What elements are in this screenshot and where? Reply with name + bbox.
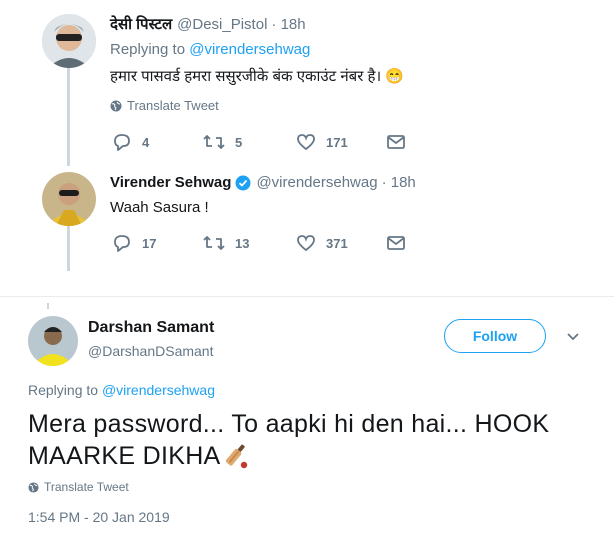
reply-count: 17: [142, 235, 157, 251]
thread-connector: [67, 66, 70, 166]
like-count: 371: [326, 235, 348, 251]
replying-label: Replying to: [110, 41, 186, 58]
author-handle[interactable]: @Desi_Pistol: [177, 16, 267, 33]
reply-icon: [114, 134, 130, 151]
cricket-bat-emoji: [225, 444, 247, 469]
avatar[interactable]: [42, 172, 96, 226]
reply-count: 4: [142, 134, 150, 150]
message-button[interactable]: [386, 133, 416, 151]
thread-connector: [67, 226, 70, 271]
follow-label: Follow: [472, 328, 518, 344]
chevron-down-icon[interactable]: [566, 332, 580, 342]
reply-button[interactable]: 4: [112, 133, 149, 151]
avatar[interactable]: [42, 14, 96, 68]
author-name[interactable]: Darshan Samant: [88, 319, 214, 337]
message-icon: [387, 236, 405, 250]
tweet-time[interactable]: · 18h: [271, 16, 305, 33]
avatar[interactable]: [28, 316, 78, 366]
replying-label: Replying to: [28, 382, 99, 398]
translate-tweet[interactable]: Translate Tweet: [110, 98, 219, 113]
section-divider: [0, 296, 614, 297]
author-handle[interactable]: @DarshanDSamant: [88, 343, 214, 359]
tweet-text: Waah Sasura !: [110, 199, 209, 216]
verified-icon: [235, 175, 251, 190]
message-button[interactable]: [386, 234, 416, 252]
author-name[interactable]: Virender Sehwag: [110, 174, 231, 191]
reply-button[interactable]: 17: [112, 234, 156, 252]
tweet-text-line1: Mera password... To aapki hi den hai... …: [28, 410, 550, 438]
tweet-time[interactable]: · 18h: [382, 174, 416, 191]
decorative-dot: [47, 303, 49, 309]
retweet-icon: [203, 135, 225, 149]
replying-to-link[interactable]: @virendersehwag: [189, 41, 310, 58]
translate-label: Translate Tweet: [44, 480, 129, 494]
tweet-text-line2: MAARKE DIKHA: [28, 442, 221, 470]
retweet-icon: [203, 236, 225, 250]
follow-button[interactable]: Follow: [444, 319, 546, 353]
tweet-timestamp[interactable]: 1:54 PM - 20 Jan 2019: [28, 509, 170, 525]
retweet-count: 5: [235, 134, 243, 150]
message-icon: [387, 135, 405, 149]
like-icon: [297, 235, 315, 252]
retweet-count: 13: [235, 235, 250, 251]
author-handle[interactable]: @virendersehwag: [256, 174, 377, 191]
like-button[interactable]: 371: [296, 234, 348, 252]
tweet-text: हमार पासवर्ड हमरा ससुरजीके बंक एकाउंट नं…: [110, 68, 405, 85]
globe-icon: [28, 481, 39, 493]
translate-tweet[interactable]: Translate Tweet: [28, 480, 129, 494]
translate-label: Translate Tweet: [127, 98, 219, 113]
replying-to-link[interactable]: @virendersehwag: [102, 382, 215, 398]
retweet-button[interactable]: 13: [203, 234, 249, 252]
reply-icon: [114, 235, 130, 252]
like-count: 171: [326, 134, 348, 150]
retweet-button[interactable]: 5: [203, 133, 242, 151]
author-name[interactable]: देसी पिस्टल: [110, 14, 172, 34]
like-button[interactable]: 171: [296, 133, 348, 151]
globe-icon: [110, 100, 122, 111]
like-icon: [297, 134, 315, 151]
